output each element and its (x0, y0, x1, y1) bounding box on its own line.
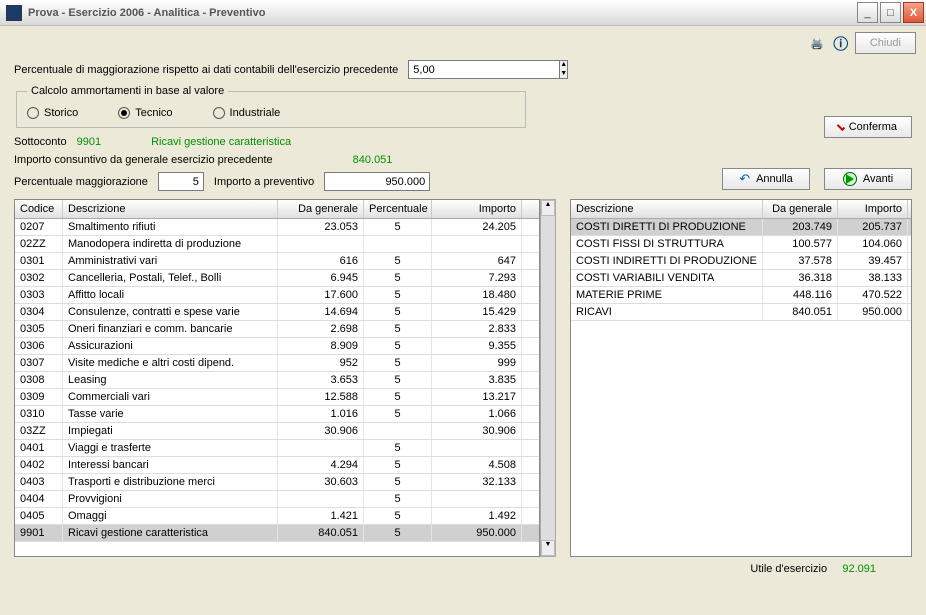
table-row[interactable]: 0402Interessi bancari4.29454.508 (15, 457, 539, 474)
radio-industriale[interactable]: Industriale (213, 107, 281, 119)
table-row[interactable]: 0207Smaltimento rifiuti23.053524.205 (15, 219, 539, 236)
th-descrizione[interactable]: Descrizione (63, 200, 278, 218)
table-row[interactable]: 0404Provvigioni5 (15, 491, 539, 508)
table-row[interactable]: 0405Omaggi1.42151.492 (15, 508, 539, 525)
sottoconto-desc: Ricavi gestione caratteristica (151, 136, 291, 148)
left-outer-scrollbar[interactable]: ▲▼ (540, 199, 556, 557)
right-table: Descrizione Da generale Importo COSTI DI… (570, 199, 912, 557)
radio-icon (27, 107, 39, 119)
table-row[interactable]: 0302Cancelleria, Postali, Telef., Bolli6… (15, 270, 539, 287)
ammortamenti-fieldset: Calcolo ammortamenti in base al valore S… (16, 85, 526, 128)
app-icon (6, 5, 22, 21)
utile-value: 92.091 (842, 563, 876, 575)
th-importo[interactable]: Importo (432, 200, 522, 218)
check-icon (837, 123, 845, 131)
maximize-button[interactable]: □ (880, 2, 901, 23)
table-row[interactable]: COSTI VARIABILI VENDITA36.31838.133 (571, 270, 911, 287)
annulla-button[interactable]: ↶Annulla (722, 168, 810, 190)
left-table: Codice Descrizione Da generale Percentua… (14, 199, 540, 557)
th-descrizione[interactable]: Descrizione (571, 200, 763, 218)
conferma-button[interactable]: Conferma (824, 116, 912, 138)
table-row[interactable]: 0303Affitto locali17.600518.480 (15, 287, 539, 304)
table-row[interactable]: 03ZZImpiegati30.90630.906 (15, 423, 539, 440)
minimize-button[interactable]: _ (857, 2, 878, 23)
importo-consuntivo-value: 840.051 (353, 154, 393, 166)
table-row[interactable]: 0308Leasing3.65353.835 (15, 372, 539, 389)
toolbar: 🖨️ ⓘ Chiudi (0, 26, 926, 56)
radio-icon (118, 107, 130, 119)
importo-prev-input[interactable] (324, 172, 430, 191)
table-row[interactable]: 0304Consulenze, contratti e spese varie1… (15, 304, 539, 321)
th-importo[interactable]: Importo (838, 200, 908, 218)
importo-prev-label: Importo a preventivo (214, 176, 314, 188)
chiudi-button[interactable]: Chiudi (855, 32, 916, 54)
window-title: Prova - Esercizio 2006 - Analitica - Pre… (28, 7, 857, 19)
th-percentuale[interactable]: Percentuale (364, 200, 432, 218)
importo-consuntivo-label: Importo consuntivo da generale esercizio… (14, 154, 273, 166)
th-codice[interactable]: Codice (15, 200, 63, 218)
print-icon[interactable]: 🖨️ (807, 33, 827, 53)
right-table-header: Descrizione Da generale Importo (571, 200, 911, 219)
table-row[interactable]: 0307Visite mediche e altri costi dipend.… (15, 355, 539, 372)
sottoconto-label: Sottoconto (14, 136, 67, 148)
table-row[interactable]: COSTI FISSI DI STRUTTURA100.577104.060 (571, 236, 911, 253)
left-table-header: Codice Descrizione Da generale Percentua… (15, 200, 539, 219)
th-dagenerale[interactable]: Da generale (278, 200, 364, 218)
sottoconto-code: 9901 (77, 136, 101, 148)
utile-label: Utile d'esercizio (750, 563, 827, 575)
table-row[interactable]: 9901Ricavi gestione caratteristica840.05… (15, 525, 539, 542)
table-row[interactable]: RICAVI840.051950.000 (571, 304, 911, 321)
left-table-body: 0207Smaltimento rifiuti23.053524.20502ZZ… (15, 219, 539, 555)
arrow-right-icon (843, 172, 857, 186)
table-row[interactable]: 0306Assicurazioni8.90959.355 (15, 338, 539, 355)
footer: Utile d'esercizio 92.091 (14, 563, 912, 575)
perc-maggiorazione-spinner[interactable]: ▲▼ (408, 60, 474, 79)
radio-storico[interactable]: Storico (27, 107, 78, 119)
table-row[interactable]: 0301Amministrativi vari6165647 (15, 253, 539, 270)
fieldset-legend: Calcolo ammortamenti in base al valore (27, 85, 228, 97)
table-row[interactable]: 0403Trasporti e distribuzione merci30.60… (15, 474, 539, 491)
table-row[interactable]: COSTI INDIRETTI DI PRODUZIONE37.57839.45… (571, 253, 911, 270)
table-row[interactable]: 0305Oneri finanziari e comm. bancarie2.6… (15, 321, 539, 338)
perc-magg-label: Percentuale maggiorazione (14, 176, 148, 188)
th-dagenerale[interactable]: Da generale (763, 200, 838, 218)
table-row[interactable]: 02ZZManodopera indiretta di produzione (15, 236, 539, 253)
table-row[interactable]: 0401Viaggi e trasferte5 (15, 440, 539, 457)
spinner-buttons[interactable]: ▲▼ (559, 60, 568, 79)
table-row[interactable]: MATERIE PRIME448.116470.522 (571, 287, 911, 304)
right-table-body: COSTI DIRETTI DI PRODUZIONE203.749205.73… (571, 219, 911, 555)
perc-magg-input[interactable] (158, 172, 204, 191)
radio-tecnico[interactable]: Tecnico (118, 107, 172, 119)
undo-icon: ↶ (739, 171, 750, 187)
table-row[interactable]: COSTI DIRETTI DI PRODUZIONE203.749205.73… (571, 219, 911, 236)
table-row[interactable]: 0309Commerciali vari12.588513.217 (15, 389, 539, 406)
perc-maggiorazione-label: Percentuale di maggiorazione rispetto ai… (14, 64, 398, 76)
perc-maggiorazione-input[interactable] (408, 60, 559, 79)
info-icon[interactable]: ⓘ (831, 33, 851, 53)
titlebar: Prova - Esercizio 2006 - Analitica - Pre… (0, 0, 926, 26)
table-row[interactable]: 0310Tasse varie1.01651.066 (15, 406, 539, 423)
avanti-button[interactable]: Avanti (824, 168, 912, 190)
close-button[interactable]: X (903, 2, 924, 23)
radio-icon (213, 107, 225, 119)
